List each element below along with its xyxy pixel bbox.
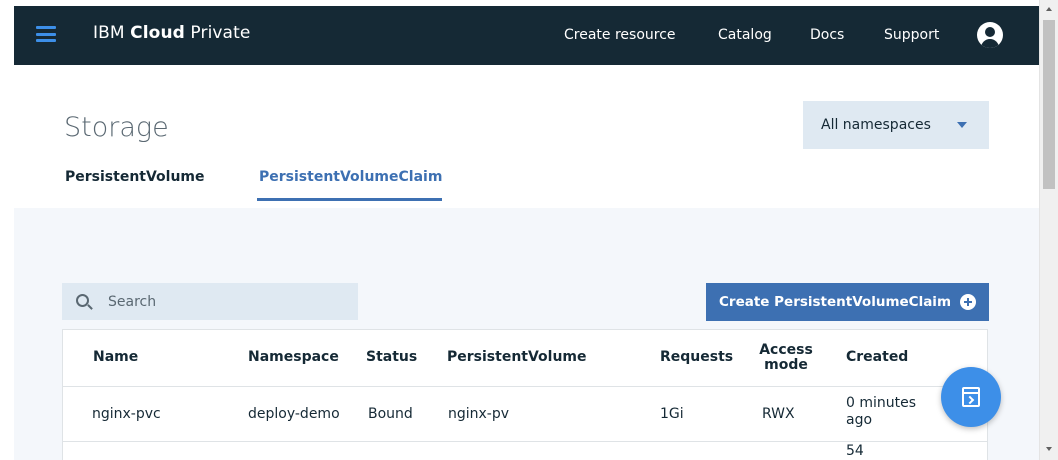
plus-circle-icon (960, 294, 976, 310)
search-icon (76, 294, 89, 307)
cell-namespace: deploy-demo (248, 406, 340, 422)
top-navbar: IBM Cloud Private Create resource Catalo… (14, 6, 1039, 65)
vertical-scrollbar[interactable] (1039, 0, 1058, 460)
scroll-down-arrow-icon[interactable] (1046, 447, 1052, 451)
cell-created: 0 minutes ago (846, 395, 917, 428)
scroll-up-arrow-icon[interactable] (1046, 7, 1052, 11)
table-header: Name Namespace Status PersistentVolume R… (62, 329, 988, 386)
user-avatar-icon[interactable] (977, 22, 1003, 48)
table-row[interactable]: nginx-pvc deploy-demo Bound nginx-pv 1Gi… (62, 386, 988, 442)
nav-docs[interactable]: Docs (810, 27, 844, 43)
search-box[interactable] (62, 283, 358, 320)
column-header-namespace[interactable]: Namespace (248, 349, 339, 365)
hamburger-icon[interactable] (36, 26, 56, 42)
cell-requests: 1Gi (660, 406, 684, 422)
cell-created-partial: 54 (846, 443, 864, 459)
brand-bold: Cloud (130, 23, 185, 43)
nav-catalog[interactable]: Catalog (718, 27, 772, 43)
cell-name[interactable]: nginx-pvc (92, 406, 161, 422)
terminal-fab-button[interactable] (941, 367, 1001, 427)
tab-persistentvolumeclaim[interactable]: PersistentVolumeClaim (259, 169, 442, 185)
active-tab-indicator (257, 198, 442, 201)
content-area: Create PersistentVolumeClaim Name Namesp… (14, 208, 1039, 460)
page-header: Storage All namespaces PersistentVolume … (14, 65, 1039, 208)
tab-persistentvolume[interactable]: PersistentVolume (65, 169, 205, 185)
chevron-down-icon (957, 122, 967, 128)
page-title: Storage (64, 112, 169, 143)
column-header-status[interactable]: Status (366, 349, 417, 365)
scrollbar-thumb[interactable] (1043, 20, 1055, 189)
create-pvc-button-label: Create PersistentVolumeClaim (719, 294, 952, 310)
column-header-created[interactable]: Created (846, 349, 908, 365)
create-pvc-button[interactable]: Create PersistentVolumeClaim (706, 283, 989, 321)
nav-create-resource[interactable]: Create resource (564, 27, 676, 43)
column-header-persistentvolume[interactable]: PersistentVolume (447, 349, 587, 365)
brand-suffix: Private (184, 23, 251, 43)
column-header-name[interactable]: Name (93, 349, 138, 365)
cell-persistentvolume: nginx-pv (448, 406, 510, 422)
brand-logo[interactable]: IBM Cloud Private (93, 23, 250, 43)
nav-support[interactable]: Support (884, 27, 939, 43)
terminal-icon (962, 387, 980, 407)
column-header-access-mode[interactable]: Access mode (751, 343, 821, 373)
table-row[interactable]: 54 (62, 442, 988, 460)
namespace-dropdown[interactable]: All namespaces (803, 101, 989, 149)
search-input[interactable] (108, 283, 348, 320)
column-header-requests[interactable]: Requests (660, 349, 733, 365)
cell-access-mode: RWX (762, 406, 795, 422)
brand-prefix: IBM (93, 23, 131, 43)
window-frame-left (0, 0, 14, 460)
namespace-dropdown-label: All namespaces (821, 117, 931, 133)
cell-status: Bound (368, 406, 413, 422)
